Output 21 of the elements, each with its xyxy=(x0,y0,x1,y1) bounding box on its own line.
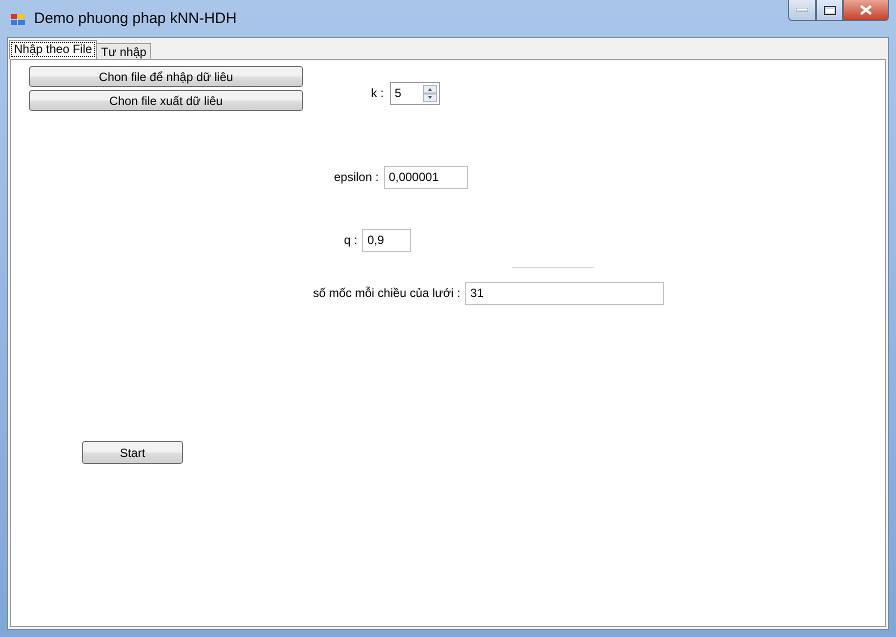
k-spinner[interactable]: 5 xyxy=(390,82,440,104)
minimize-icon xyxy=(796,8,808,12)
close-icon xyxy=(860,5,872,15)
grid-field[interactable]: 31 xyxy=(465,282,664,304)
epsilon-field[interactable]: 0,000001 xyxy=(384,166,468,188)
window-title: Demo phuong phap kNN-HDH xyxy=(34,10,237,27)
epsilon-label: epsilon : xyxy=(334,170,379,184)
minimize-button[interactable] xyxy=(788,0,816,21)
maximize-button[interactable] xyxy=(816,0,843,21)
maximize-icon xyxy=(824,6,836,14)
spinner-arrows-icon[interactable] xyxy=(422,84,437,102)
q-label: q : xyxy=(344,233,358,247)
choose-file-button[interactable]: Chon file để nhập dữ liêu xyxy=(29,66,303,87)
grid-label: số mốc mỗi chiều của lưới : xyxy=(313,286,460,300)
tab[interactable]: Tư nhập xyxy=(96,43,152,59)
close-button[interactable] xyxy=(843,0,889,21)
start-button[interactable]: Start xyxy=(82,441,183,464)
choose-file-button[interactable]: Chon file xuất dữ liêu xyxy=(29,90,303,111)
q-field[interactable]: 0,9 xyxy=(362,228,412,252)
tab[interactable]: Nhập theo File xyxy=(9,40,98,59)
k-label: k : xyxy=(371,86,384,100)
